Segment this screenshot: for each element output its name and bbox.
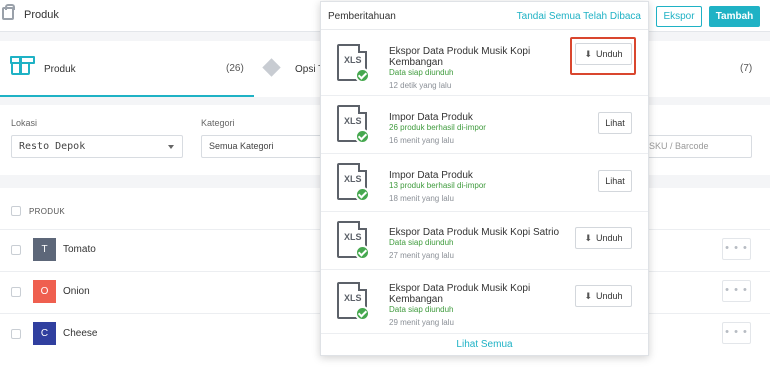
- notification-title: Pemberitahuan: [328, 11, 396, 22]
- check-circle-icon: [355, 129, 370, 144]
- xls-file-icon: XLS: [337, 163, 370, 202]
- product-avatar: C: [33, 322, 56, 345]
- notification-item-status: Data siap diunduh: [389, 305, 454, 314]
- notification-item-title: Ekspor Data Produk Musik Kopi Satrio: [389, 227, 560, 238]
- notification-item-title: Ekspor Data Produk Musik Kopi Kembangan: [389, 283, 531, 305]
- category-value: Semua Kategori: [209, 141, 274, 151]
- row-checkbox[interactable]: [11, 245, 21, 255]
- more-actions-button[interactable]: • • •: [722, 280, 751, 302]
- notification-item: XLS Ekspor Data Produk Musik Kopi Satrio…: [321, 212, 648, 270]
- xls-file-icon: XLS: [337, 221, 370, 260]
- search-placeholder: SKU / Barcode: [649, 141, 709, 151]
- view-button[interactable]: Lihat: [598, 112, 632, 134]
- product-avatar: T: [33, 238, 56, 261]
- column-header-produk: PRODUK: [29, 207, 66, 216]
- product-name: Onion: [63, 286, 90, 297]
- product-avatar: O: [33, 280, 56, 303]
- check-circle-icon: [355, 245, 370, 260]
- location-label: Lokasi: [11, 118, 38, 128]
- notification-item-time: 16 menit yang lalu: [389, 136, 454, 145]
- notification-item-title: Impor Data Produk: [389, 170, 473, 181]
- xls-file-icon: XLS: [337, 44, 370, 83]
- notification-item-time: 18 menit yang lalu: [389, 194, 454, 203]
- mark-all-read-link[interactable]: Tandai Semua Telah Dibaca: [517, 11, 641, 22]
- export-button[interactable]: Ekspor: [656, 6, 702, 27]
- location-select[interactable]: Resto Depok: [11, 135, 183, 158]
- product-name: Tomato: [63, 244, 96, 255]
- category-select[interactable]: Semua Kategori: [201, 135, 331, 158]
- highlight-box: [570, 37, 636, 75]
- notification-item-status: Data siap diunduh: [389, 238, 454, 247]
- category-label: Kategori: [201, 118, 235, 128]
- download-button[interactable]: ⬇ Unduh: [575, 227, 632, 249]
- tab-produk[interactable]: Produk (26): [0, 41, 254, 97]
- more-actions-button[interactable]: • • •: [722, 322, 751, 344]
- see-all-link[interactable]: Lihat Semua: [321, 334, 648, 356]
- notification-item-time: 12 detik yang lalu: [389, 81, 452, 90]
- row-checkbox[interactable]: [11, 329, 21, 339]
- notification-item-time: 27 menit yang lalu: [389, 251, 454, 260]
- notification-item: XLS Impor Data Produk 26 produk berhasil…: [321, 96, 648, 154]
- notification-item: XLS Impor Data Produk 13 produk berhasil…: [321, 154, 648, 212]
- shopping-bag-icon: [2, 4, 15, 20]
- chevron-down-icon: [168, 145, 174, 149]
- notification-item-time: 29 menit yang lalu: [389, 318, 454, 327]
- download-arrow-icon: ⬇: [584, 233, 592, 243]
- check-circle-icon: [355, 187, 370, 202]
- select-all-checkbox[interactable]: [11, 206, 21, 216]
- notification-item-status: 13 produk berhasil di-impor: [389, 181, 486, 190]
- location-value: Resto Depok: [19, 141, 86, 152]
- notification-item: XLS Ekspor Data Produk Musik Kopi Kemban…: [321, 270, 648, 334]
- notification-item-status: 26 produk berhasil di-impor: [389, 123, 486, 132]
- notification-header: Pemberitahuan Tandai Semua Telah Dibaca: [321, 2, 648, 30]
- check-circle-icon: [355, 68, 370, 83]
- download-button[interactable]: ⬇ Unduh: [575, 285, 632, 307]
- row-checkbox[interactable]: [11, 287, 21, 297]
- page-title: Produk: [24, 9, 59, 21]
- gift-icon: [10, 56, 35, 75]
- tab-produk-count: (26): [226, 63, 244, 74]
- notification-item-status: Data siap diunduh: [389, 68, 454, 77]
- tab-produk-label: Produk: [44, 64, 76, 75]
- download-arrow-icon: ⬇: [584, 291, 592, 301]
- view-button[interactable]: Lihat: [598, 170, 632, 192]
- more-actions-button[interactable]: • • •: [722, 238, 751, 260]
- xls-file-icon: XLS: [337, 105, 370, 144]
- check-circle-icon: [355, 306, 370, 321]
- xls-file-icon: XLS: [337, 282, 370, 321]
- tab-opsi-count: (7): [740, 63, 753, 74]
- add-button[interactable]: Tambah: [709, 6, 760, 27]
- notification-item-title: Ekspor Data Produk Musik Kopi Kembangan: [389, 46, 531, 68]
- layers-icon: [262, 58, 281, 77]
- notification-item-title: Impor Data Produk: [389, 112, 473, 123]
- product-name: Cheese: [63, 328, 98, 339]
